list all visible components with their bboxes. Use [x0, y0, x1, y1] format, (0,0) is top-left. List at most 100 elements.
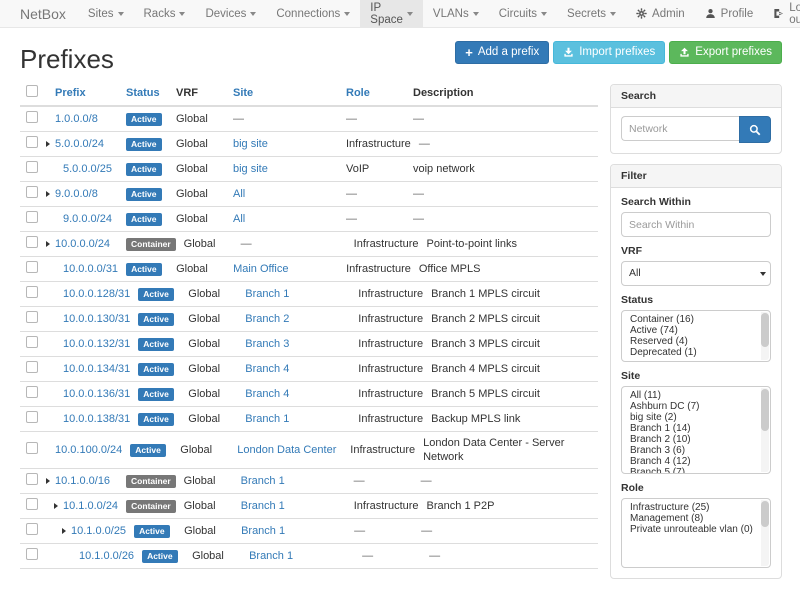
site-link[interactable]: All [233, 188, 245, 200]
site-link[interactable]: Main Office [233, 263, 288, 275]
nav-item-connections[interactable]: Connections [266, 0, 360, 27]
row-checkbox[interactable] [26, 161, 38, 173]
option-container-16[interactable]: Container (16) [622, 314, 770, 325]
column-header-site[interactable]: Site [233, 87, 253, 99]
row-checkbox[interactable] [26, 286, 38, 298]
option-infrastructure-25[interactable]: Infrastructure (25) [622, 502, 770, 513]
site-link[interactable]: All [233, 213, 245, 225]
option-management-8[interactable]: Management (8) [622, 513, 770, 524]
option-branch-5-7[interactable]: Branch 5 (7) [622, 467, 770, 474]
nav-item-secrets[interactable]: Secrets [557, 0, 626, 27]
row-checkbox[interactable] [26, 336, 38, 348]
export-prefixes-button[interactable]: Export prefixes [669, 41, 782, 64]
site-link[interactable]: Branch 1 [241, 475, 285, 487]
select-all-checkbox[interactable] [26, 85, 38, 97]
export-prefixes-label: Export prefixes [695, 46, 772, 59]
row-checkbox[interactable] [26, 498, 38, 510]
option-deprecated-1[interactable]: Deprecated (1) [622, 347, 770, 358]
row-checkbox[interactable] [26, 211, 38, 223]
site-multiselect[interactable]: All (11)Ashburn DC (7)big site (2)Branch… [621, 386, 771, 474]
row-checkbox[interactable] [26, 136, 38, 148]
prefix-link[interactable]: 5.0.0.0/25 [63, 162, 112, 176]
site-link[interactable]: Branch 1 [249, 550, 293, 562]
row-checkbox[interactable] [26, 361, 38, 373]
nav-item-racks[interactable]: Racks [134, 0, 196, 27]
row-checkbox[interactable] [26, 311, 38, 323]
row-checkbox[interactable] [26, 386, 38, 398]
prefix-link[interactable]: 9.0.0.0/24 [63, 212, 112, 226]
column-header-role[interactable]: Role [346, 87, 370, 99]
option-branch-4-12[interactable]: Branch 4 (12) [622, 456, 770, 467]
option-branch-2-10[interactable]: Branch 2 (10) [622, 434, 770, 445]
column-header-prefix[interactable]: Prefix [55, 86, 86, 100]
search-button[interactable] [739, 116, 771, 143]
column-header-status[interactable]: Status [126, 87, 160, 99]
site-link[interactable]: Branch 1 [241, 525, 285, 537]
vrf-select[interactable]: All [621, 261, 771, 286]
prefix-link[interactable]: 10.0.0.134/31 [63, 362, 130, 376]
vrf-cell: Global [184, 308, 241, 330]
prefix-link[interactable]: 10.1.0.0/26 [79, 549, 134, 563]
site-link[interactable]: big site [233, 138, 268, 150]
prefix-link[interactable]: 10.0.0.0/31 [63, 262, 118, 276]
add-prefix-button[interactable]: + Add a prefix [455, 41, 549, 64]
prefix-link[interactable]: 10.0.100.0/24 [55, 443, 122, 457]
site-link[interactable]: Branch 1 [245, 288, 289, 300]
prefix-link[interactable]: 10.0.0.132/31 [63, 337, 130, 351]
scrollbar-thumb[interactable] [761, 389, 769, 431]
site-link[interactable]: Branch 1 [241, 500, 285, 512]
prefix-link[interactable]: 10.0.0.130/31 [63, 312, 130, 326]
row-checkbox[interactable] [26, 523, 38, 535]
nav-item-ip-space[interactable]: IP Space [360, 0, 423, 27]
nav-item-log-out[interactable]: Log out [763, 0, 800, 27]
site-link[interactable]: London Data Center [237, 444, 336, 456]
scrollbar-thumb[interactable] [761, 313, 769, 347]
status-multiselect[interactable]: Container (16)Active (74)Reserved (4)Dep… [621, 310, 771, 362]
row-checkbox[interactable] [26, 473, 38, 485]
nav-item-label: Racks [144, 8, 176, 20]
option-reserved-4[interactable]: Reserved (4) [622, 336, 770, 347]
row-checkbox[interactable] [26, 548, 38, 560]
prefix-link[interactable]: 10.0.0.138/31 [63, 412, 130, 426]
search-within-input[interactable] [621, 212, 771, 237]
site-link[interactable]: Branch 1 [245, 413, 289, 425]
prefix-link[interactable]: 10.0.0.136/31 [63, 387, 130, 401]
row-checkbox[interactable] [26, 442, 38, 454]
nav-item-admin[interactable]: Admin [626, 0, 695, 27]
site-link[interactable]: Branch 4 [245, 388, 289, 400]
option-branch-3-6[interactable]: Branch 3 (6) [622, 445, 770, 456]
scrollbar-thumb[interactable] [761, 501, 769, 527]
prefix-link[interactable]: 1.0.0.0/8 [55, 112, 98, 126]
site-link[interactable]: Branch 3 [245, 338, 289, 350]
site-link[interactable]: Branch 4 [245, 363, 289, 375]
option-private-unrouteable-vlan-0[interactable]: Private unrouteable vlan (0) [622, 524, 770, 535]
import-prefixes-button[interactable]: Import prefixes [553, 41, 665, 64]
option-big-site-2[interactable]: big site (2) [622, 412, 770, 423]
option-branch-1-14[interactable]: Branch 1 (14) [622, 423, 770, 434]
row-checkbox[interactable] [26, 261, 38, 273]
prefix-link[interactable]: 10.1.0.0/16 [55, 474, 110, 488]
nav-item-circuits[interactable]: Circuits [489, 0, 557, 27]
row-checkbox[interactable] [26, 186, 38, 198]
nav-item-devices[interactable]: Devices [195, 0, 266, 27]
prefix-link[interactable]: 9.0.0.0/8 [55, 187, 98, 201]
role-multiselect[interactable]: Infrastructure (25)Management (8)Private… [621, 498, 771, 568]
prefix-link[interactable]: 10.0.0.0/24 [55, 237, 110, 251]
nav-item-profile[interactable]: Profile [695, 0, 764, 27]
nav-item-sites[interactable]: Sites [78, 0, 134, 27]
prefix-link[interactable]: 10.1.0.0/25 [71, 524, 126, 538]
row-checkbox[interactable] [26, 236, 38, 248]
row-checkbox[interactable] [26, 411, 38, 423]
row-checkbox[interactable] [26, 111, 38, 123]
site-link[interactable]: big site [233, 163, 268, 175]
brand-link[interactable]: NetBox [12, 0, 78, 27]
site-link[interactable]: Branch 2 [245, 313, 289, 325]
option-all-11[interactable]: All (11) [622, 390, 770, 401]
option-ashburn-dc-7[interactable]: Ashburn DC (7) [622, 401, 770, 412]
prefix-link[interactable]: 10.0.0.128/31 [63, 287, 130, 301]
vrf-cell: Global [180, 495, 237, 517]
prefix-link[interactable]: 5.0.0.0/24 [55, 137, 104, 151]
option-active-74[interactable]: Active (74) [622, 325, 770, 336]
nav-item-vlans[interactable]: VLANs [423, 0, 489, 27]
search-input[interactable] [621, 116, 739, 141]
